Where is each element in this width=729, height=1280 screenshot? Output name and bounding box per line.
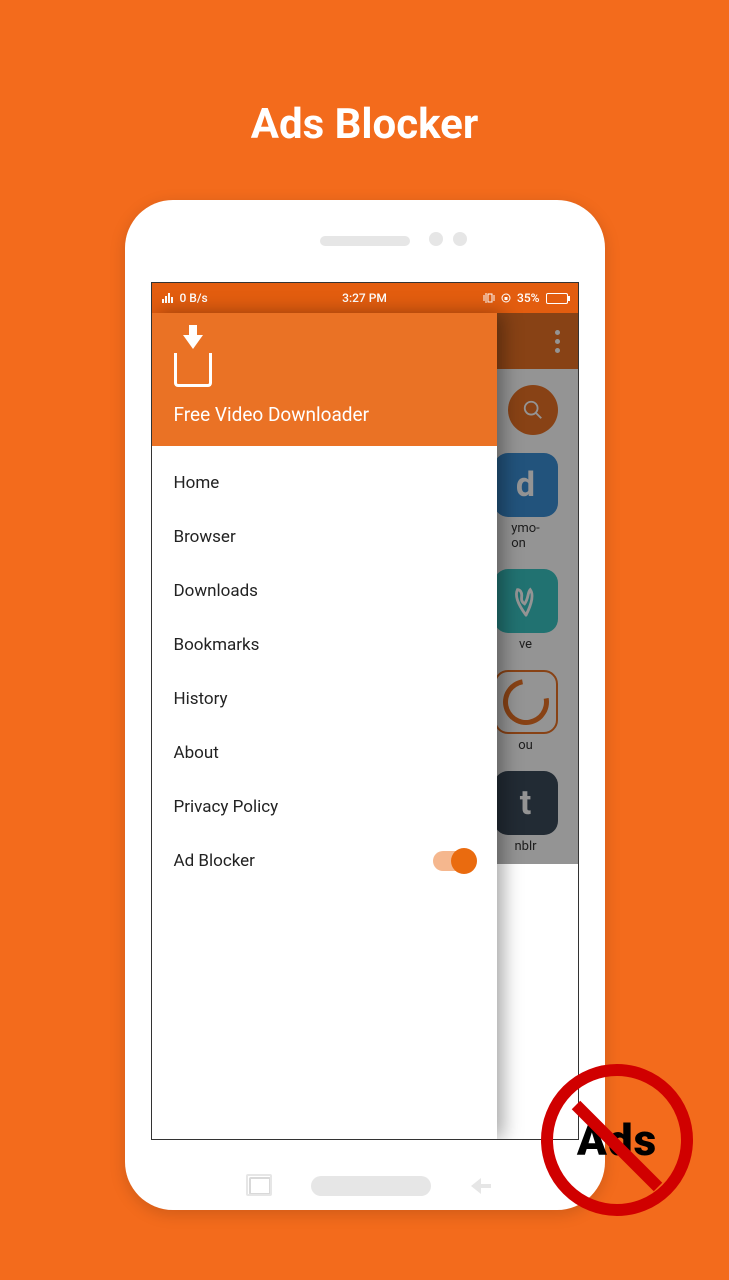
drawer-item-privacy[interactable]: Privacy Policy [152, 780, 497, 834]
drawer-item-downloads[interactable]: Downloads [152, 564, 497, 618]
data-rate: 0 B/s [180, 291, 208, 305]
screen: 0 B/s 3:27 PM 35% [151, 282, 579, 1140]
back-icon[interactable] [471, 1178, 481, 1194]
phone-frame: 0 B/s 3:27 PM 35% [125, 200, 605, 1210]
overflow-menu-icon[interactable] [555, 330, 560, 353]
drawer-app-name: Free Video Downloader [174, 403, 475, 426]
drawer-item-bookmarks[interactable]: Bookmarks [152, 618, 497, 672]
vine-icon [509, 584, 543, 618]
tile-tumblr[interactable]: t nblr [494, 771, 558, 854]
promo-title: Ads Blocker [0, 0, 729, 149]
drawer-item-home[interactable]: Home [152, 456, 497, 510]
earpiece [320, 236, 410, 246]
drawer-item-browser[interactable]: Browser [152, 510, 497, 564]
signal-icon [162, 293, 174, 303]
vibrate-icon [483, 293, 495, 303]
home-button[interactable] [311, 1176, 431, 1196]
no-ads-text: Ads [577, 1114, 657, 1166]
search-icon [522, 399, 544, 421]
tile-vine[interactable]: ve [494, 569, 558, 652]
rotate-lock-icon [501, 293, 511, 303]
search-button[interactable] [508, 385, 558, 435]
battery-icon [546, 293, 568, 304]
status-time: 3:27 PM [342, 291, 387, 305]
tile-label: ymo-on [511, 521, 540, 551]
ring-icon [493, 670, 557, 734]
status-bar: 0 B/s 3:27 PM 35% [152, 283, 578, 313]
system-navbar [125, 1176, 605, 1196]
tile-dailymotion[interactable]: d ymo-on [494, 453, 558, 551]
drawer-items: Home Browser Downloads Bookmarks History… [152, 446, 497, 1139]
tile-label: ve [519, 637, 532, 652]
drawer-item-history[interactable]: History [152, 672, 497, 726]
sensor-dots [429, 232, 467, 246]
drawer-item-about[interactable]: About [152, 726, 497, 780]
app-logo-icon [174, 339, 212, 387]
no-ads-badge: Ads [541, 1064, 693, 1216]
tile-label: nblr [514, 839, 536, 854]
drawer-header: Free Video Downloader [152, 313, 497, 446]
navigation-drawer: Free Video Downloader Home Browser Downl… [152, 313, 497, 1139]
adblocker-toggle[interactable] [433, 851, 475, 871]
tile-label: ou [518, 738, 533, 753]
recents-icon[interactable] [249, 1177, 271, 1195]
battery-pct: 35% [517, 291, 539, 305]
drawer-item-adblocker[interactable]: Ad Blocker [152, 834, 497, 888]
tile-youku[interactable]: ou [494, 670, 558, 753]
